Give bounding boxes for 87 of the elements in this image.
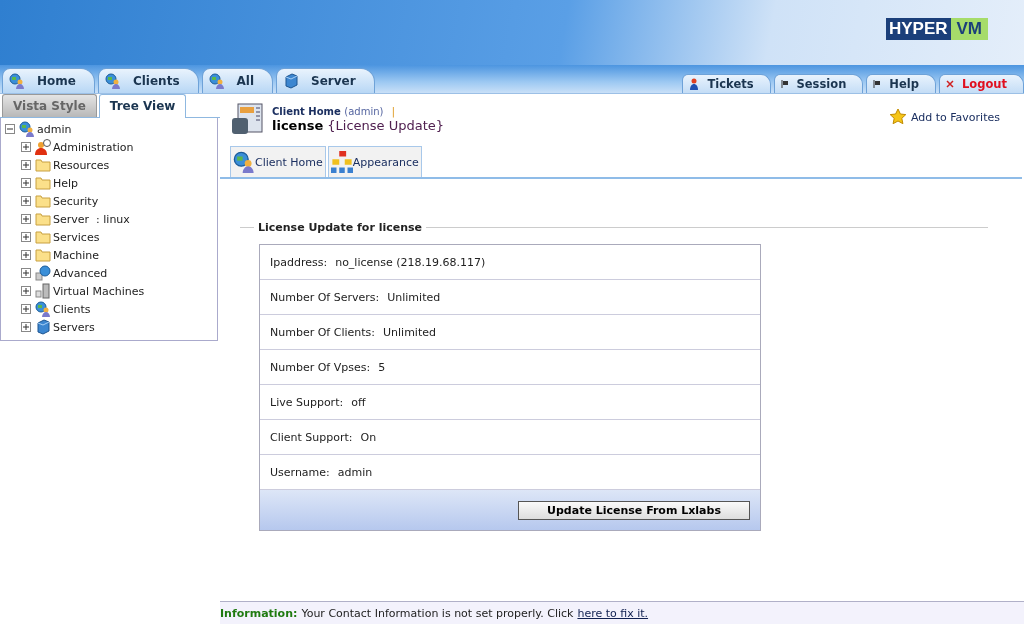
star-icon[interactable] xyxy=(888,108,907,126)
field-value: admin xyxy=(337,465,373,479)
tree-item[interactable]: Servers xyxy=(53,320,95,334)
field-value: off xyxy=(351,395,366,409)
field-value: Unlimited xyxy=(383,325,436,339)
tree-item[interactable]: Help xyxy=(53,176,79,190)
close-icon xyxy=(945,80,954,88)
globe-people-icon xyxy=(104,73,121,89)
server-icon xyxy=(35,319,51,335)
expand-toggle[interactable] xyxy=(21,214,31,224)
computer-tower-icon xyxy=(35,283,51,299)
globe-people-icon xyxy=(9,73,25,89)
nav-tab[interactable]: Server xyxy=(276,68,375,93)
folder-icon xyxy=(35,157,51,173)
blocks-icon xyxy=(330,151,353,173)
globe-people-icon xyxy=(208,73,225,89)
field-label: Live Support: xyxy=(270,395,344,409)
expand-toggle[interactable] xyxy=(21,142,31,152)
expand-toggle[interactable] xyxy=(21,268,31,278)
nav-tab[interactable]: Tickets xyxy=(682,74,771,93)
page-title: license xyxy=(272,118,324,133)
person-icon xyxy=(689,78,700,90)
view-tab[interactable]: Tree View xyxy=(98,94,187,118)
globe-people-icon xyxy=(233,151,255,173)
view-tab[interactable]: Vista Style xyxy=(2,94,97,117)
field-label: Number Of Vpses: xyxy=(270,360,371,374)
nav-tab[interactable]: All xyxy=(201,68,274,93)
tree-item[interactable]: Resources xyxy=(53,158,110,172)
fix-link[interactable]: here to fix it. xyxy=(577,606,649,620)
nav-tab[interactable]: Session xyxy=(773,74,864,93)
expand-toggle[interactable] xyxy=(21,304,31,314)
tree-item[interactable]: Advanced xyxy=(53,266,108,280)
info-label: Information: xyxy=(220,606,298,620)
field-label: Number Of Servers: xyxy=(270,290,380,304)
flag-icon xyxy=(780,80,789,88)
nav-tab[interactable]: Logout xyxy=(938,74,1024,93)
expand-toggle[interactable] xyxy=(21,232,31,242)
folder-icon xyxy=(35,229,51,245)
page-subtitle: {License Update} xyxy=(327,118,444,133)
folder-icon xyxy=(35,193,51,209)
form-legend: License Update for license xyxy=(258,221,423,234)
tree-item[interactable]: Security xyxy=(53,194,99,208)
field-value: Unlimited xyxy=(387,290,441,304)
sub-tab[interactable]: Appearance xyxy=(327,146,422,177)
folder-icon xyxy=(35,211,51,227)
tree-item[interactable]: Server : linux xyxy=(53,212,130,226)
tree-item[interactable]: Virtual Machines xyxy=(53,284,145,298)
expand-toggle[interactable] xyxy=(21,322,31,332)
field-label: Client Support: xyxy=(270,430,353,444)
sub-tab[interactable]: Client Home xyxy=(230,146,326,177)
nav-tab[interactable]: Clients xyxy=(97,68,199,93)
tree-item[interactable]: Services xyxy=(53,230,100,244)
flag-icon xyxy=(873,80,882,88)
expand-toggle[interactable] xyxy=(21,250,31,260)
globe-people-icon xyxy=(19,121,35,137)
nav-tab[interactable]: Home xyxy=(2,68,95,93)
field-label: Username: xyxy=(270,465,330,479)
nav-tab[interactable]: Help xyxy=(866,74,936,93)
field-label: Number Of Clients: xyxy=(270,325,375,339)
tree-item[interactable]: admin xyxy=(37,122,72,136)
field-label: Ipaddress: xyxy=(270,255,328,269)
user-clock-icon xyxy=(35,139,51,155)
logo-text: VM xyxy=(950,18,988,40)
favorites-link[interactable]: Add to Favorites xyxy=(910,110,1000,124)
expand-toggle[interactable] xyxy=(21,196,31,206)
breadcrumb-user: (admin) xyxy=(344,106,384,117)
info-message: Your Contact Information is not set properly. Click xyxy=(301,606,574,620)
server-page-icon xyxy=(230,102,264,136)
expand-toggle[interactable] xyxy=(21,160,31,170)
logo-text: HYPER xyxy=(885,18,951,40)
field-value: On xyxy=(360,430,377,444)
tree-item[interactable]: Clients xyxy=(53,302,91,316)
server-icon xyxy=(283,73,300,89)
collapse-toggle[interactable] xyxy=(5,124,15,134)
field-value: no_license (218.19.68.117) xyxy=(335,255,486,269)
globe-people-icon xyxy=(35,301,51,317)
folder-icon xyxy=(35,247,51,263)
expand-toggle[interactable] xyxy=(21,178,31,188)
update-button[interactable]: Update License From Lxlabs xyxy=(518,500,750,520)
tree-item[interactable]: Administration xyxy=(53,140,134,154)
globe-computer-icon xyxy=(35,265,51,281)
field-value: 5 xyxy=(378,360,386,374)
separator-text: | xyxy=(391,105,396,118)
tree-item[interactable]: Machine xyxy=(53,248,100,262)
breadcrumb-link[interactable]: Client Home xyxy=(272,106,341,117)
folder-icon xyxy=(35,175,51,191)
expand-toggle[interactable] xyxy=(21,286,31,296)
